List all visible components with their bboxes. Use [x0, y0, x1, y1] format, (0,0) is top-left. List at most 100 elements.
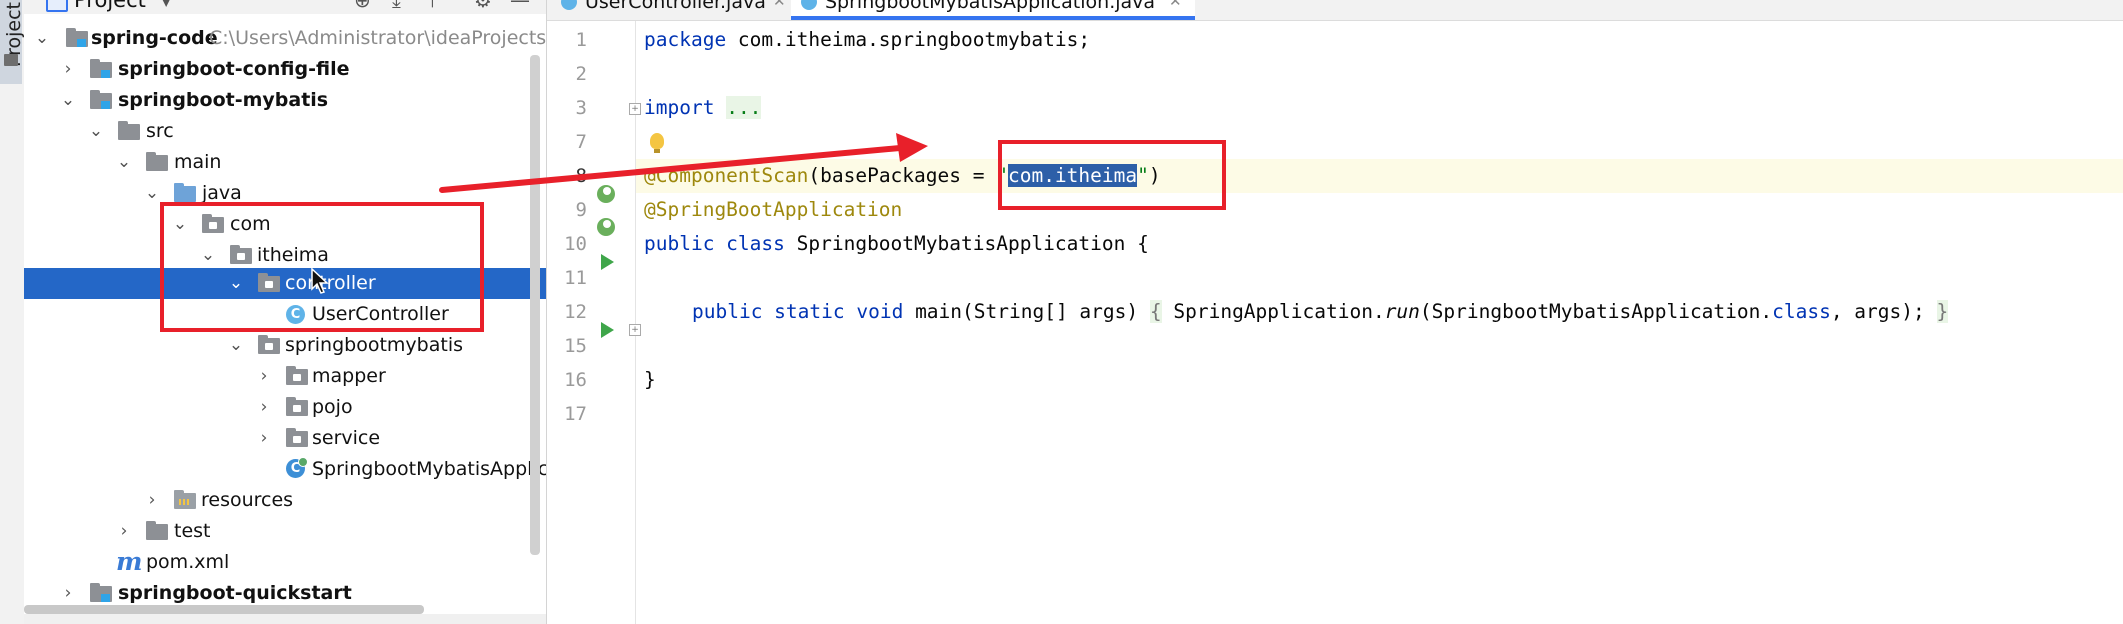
- tree-item-label: springboot-mybatis: [118, 89, 329, 111]
- tab-springbootmybatisapplication-java[interactable]: SpringbootMybatisApplication.java ✕: [791, 0, 1195, 20]
- project-panel-title[interactable]: Project: [74, 0, 146, 12]
- chevron-right-icon[interactable]: ›: [144, 485, 160, 516]
- chevron-down-icon[interactable]: ▼: [160, 0, 172, 9]
- folder-icon: [118, 121, 140, 140]
- chevron-down-icon[interactable]: ⌄: [116, 147, 132, 178]
- tree-item-label: springboot-config-file: [118, 58, 350, 80]
- class-declaration: SpringbootMybatisApplication {: [784, 232, 1149, 255]
- closing-brace: }: [644, 368, 656, 391]
- chevron-down-icon[interactable]: ⌄: [88, 116, 104, 147]
- tree-item-label: springbootmybatis: [285, 334, 463, 356]
- tree-item-pojo[interactable]: › pojo: [24, 392, 546, 423]
- chevron-down-icon[interactable]: ⌄: [144, 178, 160, 209]
- code-line-1: package com.itheima.springbootmybatis;: [636, 23, 2123, 57]
- panel-bottom-edge: [24, 614, 546, 624]
- tree-item-label: mapper: [312, 365, 386, 387]
- code-line-16: }: [636, 363, 2123, 397]
- tree-item-pom-xml[interactable]: m pom.xml: [24, 547, 546, 578]
- project-icon: [46, 0, 68, 12]
- editor-gutter: 1 2 3 7 8 9 10 11 12 15 16 17 + +: [547, 21, 641, 624]
- code-line-8: @ComponentScan(basePackages = "com.ithei…: [636, 159, 2123, 193]
- folder-icon: [4, 54, 18, 66]
- chevron-right-icon[interactable]: ›: [256, 392, 272, 423]
- module-folder-icon: [90, 90, 112, 109]
- tree-item-label: test: [174, 520, 211, 542]
- project-panel-header: Project ▼ ⊕ ⤓ ⤒ ⚙ —: [24, 0, 546, 14]
- tree-item-label: spring-code: [91, 27, 218, 49]
- tree-item-springboot-config-file[interactable]: › springboot-config-file: [24, 54, 546, 85]
- line-number: 10: [564, 233, 587, 255]
- tree-item-label: main: [174, 151, 222, 173]
- import-fold-placeholder[interactable]: ...: [726, 96, 762, 119]
- tree-item-label: service: [312, 427, 381, 449]
- code-line-3: import ...: [636, 91, 2123, 125]
- code-text-area[interactable]: package com.itheima.springbootmybatis; i…: [636, 21, 2123, 624]
- tree-item-main[interactable]: ⌄ main: [24, 147, 546, 178]
- expand-all-icon[interactable]: ⤓: [392, 0, 401, 12]
- close-icon[interactable]: ✕: [773, 0, 786, 9]
- vertical-scrollbar[interactable]: [530, 55, 540, 555]
- maven-icon: m: [116, 547, 143, 576]
- tree-item-springbootmybatisapplication[interactable]: C SpringbootMybatisApplic: [24, 454, 546, 485]
- horizontal-scrollbar[interactable]: [24, 605, 424, 614]
- tab-usercontroller-java[interactable]: UserController.java ✕: [551, 0, 787, 20]
- keyword-class: class: [1772, 300, 1831, 323]
- chevron-down-icon[interactable]: ⌄: [228, 330, 244, 361]
- tree-item-src[interactable]: ⌄ src: [24, 116, 546, 147]
- run-icon[interactable]: [601, 322, 614, 338]
- tree-item-springboot-mybatis[interactable]: ⌄ springboot-mybatis: [24, 85, 546, 116]
- spring-bean-icon[interactable]: [597, 218, 615, 236]
- line-number: 15: [564, 335, 587, 357]
- line-number: 1: [575, 29, 587, 51]
- spring-bean-icon[interactable]: [597, 185, 615, 203]
- collapse-all-icon[interactable]: ⤒: [428, 0, 437, 12]
- close-icon[interactable]: ✕: [1169, 0, 1182, 9]
- annotation-box-scan-value: [998, 140, 1226, 210]
- tree-item-resources[interactable]: › resources: [24, 485, 546, 516]
- project-path: C:\Users\Administrator\ideaProjects\s: [209, 27, 547, 49]
- fold-open-brace[interactable]: {: [1149, 300, 1162, 323]
- tree-item-label: pom.xml: [146, 551, 230, 573]
- chevron-right-icon[interactable]: ›: [116, 516, 132, 547]
- chevron-right-icon[interactable]: ›: [256, 423, 272, 454]
- code-text: SpringApplication.: [1161, 300, 1385, 323]
- annotation-componentscan: @ComponentScan: [644, 164, 809, 187]
- spring-boot-class-icon: C: [286, 457, 308, 478]
- tree-item-spring-code[interactable]: ⌄ spring-code C:\Users\Administrator\ide…: [24, 23, 546, 54]
- line-number: 7: [575, 131, 587, 153]
- project-tool-tab[interactable]: Project: [0, 0, 25, 84]
- chevron-right-icon[interactable]: ›: [60, 54, 76, 85]
- package-icon: [258, 335, 280, 354]
- tree-item-label: pojo: [312, 396, 353, 418]
- code-text: (SpringbootMybatisApplication.: [1419, 300, 1773, 323]
- gear-icon[interactable]: ⚙: [474, 0, 492, 12]
- code-line-9: @SpringBootApplication: [636, 193, 2123, 227]
- package-icon: [286, 366, 308, 385]
- chevron-right-icon[interactable]: ›: [256, 361, 272, 392]
- fold-close-brace[interactable]: }: [1936, 300, 1949, 323]
- package-icon: [286, 397, 308, 416]
- tree-item-service[interactable]: › service: [24, 423, 546, 454]
- run-icon[interactable]: [601, 254, 614, 270]
- keyword-public-static-void: public static void: [692, 300, 904, 323]
- tree-item-label: src: [146, 120, 174, 142]
- spring-boot-class-icon: [801, 0, 817, 10]
- lightbulb-icon[interactable]: [650, 133, 664, 153]
- tree-item-test[interactable]: › test: [24, 516, 546, 547]
- locate-icon[interactable]: ⊕: [354, 0, 371, 12]
- resources-folder-icon: [174, 490, 196, 509]
- module-folder-icon: [90, 59, 112, 78]
- tree-item-mapper[interactable]: › mapper: [24, 361, 546, 392]
- line-number: 3: [575, 97, 587, 119]
- minimize-icon[interactable]: —: [510, 0, 530, 12]
- code-editor: UserController.java ✕ SpringbootMybatisA…: [547, 0, 2123, 624]
- module-folder-icon: [66, 28, 88, 47]
- code-line-12: public static void main(String[] args) {…: [636, 295, 2123, 329]
- line-number: 12: [564, 301, 587, 323]
- tree-item-springbootmybatis[interactable]: ⌄ springbootmybatis: [24, 330, 546, 361]
- annotation-springbootapplication: @SpringBootApplication: [644, 198, 903, 221]
- tree-item-label: SpringbootMybatisApplic: [312, 458, 547, 480]
- method-run: run: [1384, 300, 1420, 323]
- chevron-down-icon[interactable]: ⌄: [60, 85, 76, 116]
- chevron-down-icon[interactable]: ⌄: [34, 23, 50, 54]
